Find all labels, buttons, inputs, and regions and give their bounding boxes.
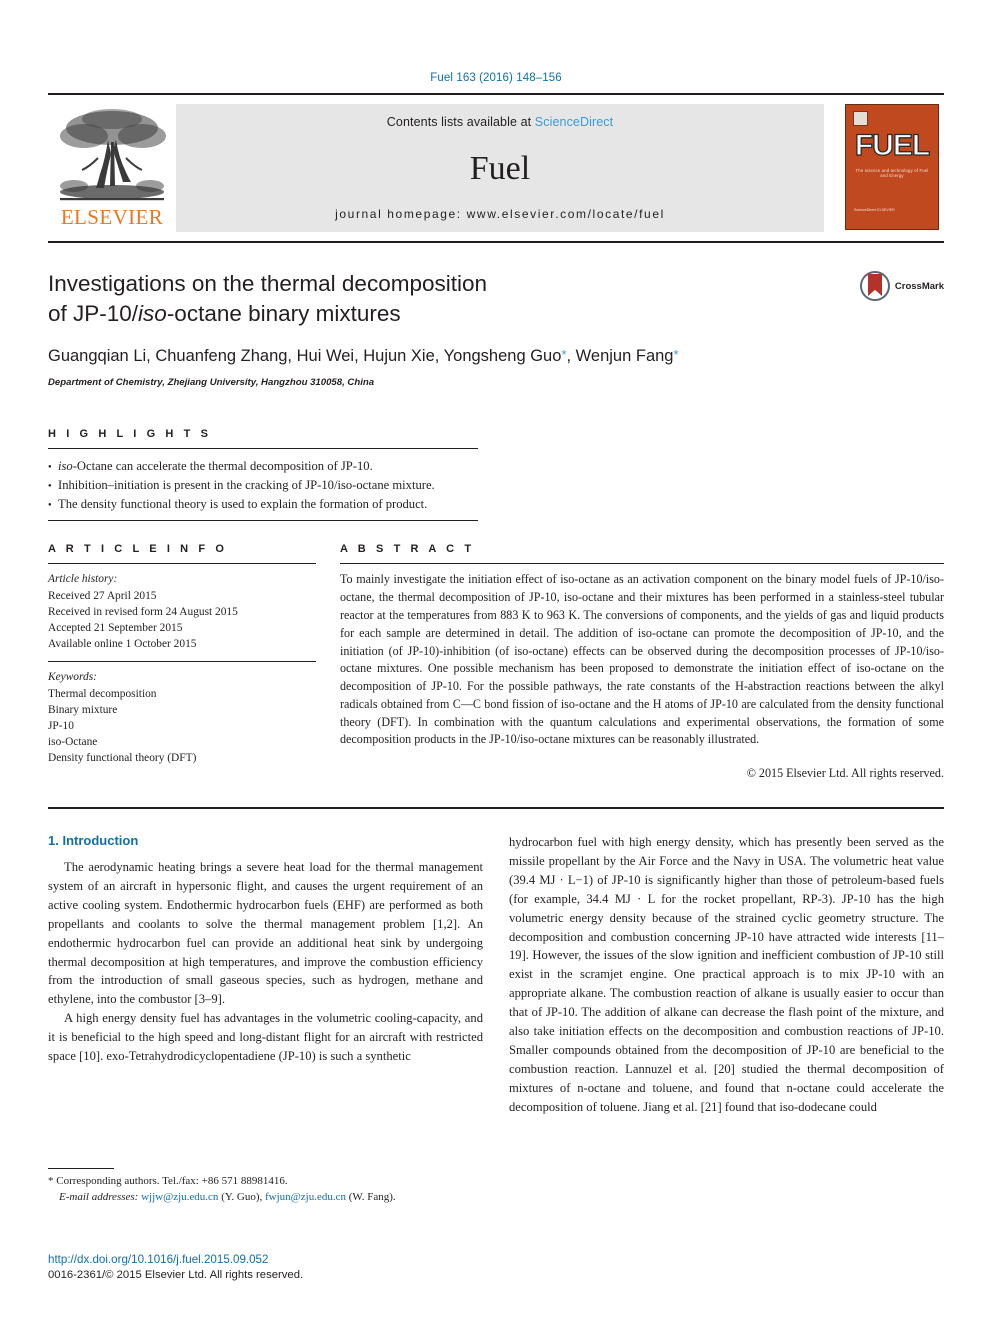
keywords-label: Keywords: (48, 671, 97, 684)
sciencedirect-link[interactable]: ScienceDirect (535, 115, 613, 129)
keywords-block: Keywords: Thermal decomposition Binary m… (48, 669, 316, 766)
keyword-item: Density functional theory (DFT) (48, 752, 197, 765)
authors-tail: , Wenjun Fang (566, 347, 674, 366)
list-item: iso-Octane can accelerate the thermal de… (48, 457, 478, 477)
list-item: Inhibition–initiation is present in the … (48, 476, 478, 496)
highlights-top-rule (48, 447, 478, 449)
history-online: Available online 1 October 2015 (48, 638, 197, 651)
running-head: Fuel 163 (2016) 148–156 (430, 72, 562, 84)
keyword-item: iso-Octane (48, 736, 98, 749)
history-received: Received 27 April 2015 (48, 589, 157, 602)
contents-prefix: Contents lists available at (386, 115, 535, 129)
highlights-heading: H I G H L I G H T S (48, 427, 212, 440)
cover-bottom-text: ScienceDirect ELSEVIER (854, 208, 895, 212)
journal-masthead: ELSEVIER Contents lists available at Sci… (48, 93, 944, 232)
affiliation: Department of Chemistry, Zhejiang Univer… (48, 376, 375, 388)
title-line-1: Investigations on the thermal decomposit… (48, 271, 488, 296)
page-title: Investigations on the thermal decomposit… (48, 269, 842, 328)
info-abstract-row: A R T I C L E I N F O Article history: R… (48, 543, 944, 781)
elsevier-wordmark: ELSEVIER (60, 205, 164, 229)
highlights-section: H I G H L I G H T S iso-Octane can accel… (48, 428, 478, 522)
highlight-1-italic: iso (58, 458, 73, 473)
keyword-item: Binary mixture (48, 703, 118, 716)
corresponding-marker-2: * (673, 347, 679, 363)
highlights-bottom-rule (48, 520, 478, 522)
journal-cover-block: FUEL The science and technology of Fuel … (840, 104, 944, 230)
cover-tagline: The science and technology of Fuel and E… (855, 168, 929, 178)
title-left: Investigations on the thermal decomposit… (48, 269, 860, 388)
intro-paragraph-2: A high energy density fuel has advantage… (48, 1011, 483, 1064)
article-info-heading: A R T I C L E I N F O (48, 543, 228, 556)
elsevier-logo: ELSEVIER (48, 104, 176, 228)
highlight-1-text: -Octane can accelerate the thermal decom… (72, 458, 373, 473)
intro-paragraph-1: The aerodynamic heating brings a severe … (48, 860, 483, 1007)
crossmark-badge[interactable]: CrossMark (859, 269, 944, 301)
highlights-list: iso-Octane can accelerate the thermal de… (48, 457, 478, 515)
abstract-top-rule (340, 563, 944, 565)
title-line-2-italic: iso (138, 300, 167, 326)
elsevier-tree-icon (60, 109, 166, 201)
article-history-label: Article history: (48, 573, 118, 586)
cover-publisher-mark (853, 111, 868, 126)
doi-link[interactable]: http://dx.doi.org/10.1016/j.fuel.2015.09… (48, 1252, 498, 1268)
cover-wordmark: FUEL (854, 129, 931, 162)
journal-homepage-line[interactable]: journal homepage: www.elsevier.com/locat… (335, 207, 665, 221)
crossmark-icon (859, 271, 890, 301)
abstract-heading: A B S T R A C T (340, 543, 475, 556)
journal-cover-image: FUEL The science and technology of Fuel … (845, 104, 939, 230)
article-page: Fuel 163 (2016) 148–156 ELSEVIER Content… (0, 0, 992, 1323)
authors-main: Guangqian Li, Chuanfeng Zhang, Hui Wei, … (48, 347, 562, 366)
abstract-section: A B S T R A C T To mainly investigate th… (340, 543, 944, 781)
contents-available-line: Contents lists available at ScienceDirec… (387, 115, 613, 129)
keyword-item: Thermal decomposition (48, 687, 157, 700)
footnote-rule (48, 1168, 114, 1169)
highlight-3-text: The density functional theory is used to… (58, 496, 428, 511)
article-info-divider (48, 661, 316, 663)
email-addresses-note: E-mail addresses: wjjw@zju.edu.cn (Y. Gu… (48, 1190, 480, 1206)
title-line-2-post: -octane binary mixtures (166, 300, 401, 326)
issn-copyright: 0016-2361/© 2015 Elsevier Ltd. All right… (48, 1268, 304, 1281)
email-link-2[interactable]: fwjun@zju.edu.cn (265, 1191, 346, 1203)
email-link-1[interactable]: wjjw@zju.edu.cn (141, 1191, 218, 1203)
intro-paragraph-3: hydrocarbon fuel with high energy densit… (509, 835, 944, 1114)
crossmark-label: CrossMark (894, 280, 944, 292)
author-list: Guangqian Li, Chuanfeng Zhang, Hui Wei, … (48, 346, 842, 367)
title-line-2-pre: of JP-10/ (48, 300, 139, 326)
abstract-text: To mainly investigate the initiation eff… (340, 572, 944, 747)
body-column-right: hydrocarbon fuel with high energy densit… (509, 833, 944, 1116)
journal-title: Fuel (469, 150, 531, 187)
section-title-introduction: 1. Introduction (48, 833, 139, 849)
body-column-left: 1. Introduction The aerodynamic heating … (48, 833, 483, 1116)
email-owner-2: (W. Fang). (345, 1190, 396, 1203)
body-top-rule (48, 807, 944, 810)
history-revised: Received in revised form 24 August 2015 (48, 605, 238, 618)
title-band: Investigations on the thermal decomposit… (48, 241, 944, 388)
article-info-section: A R T I C L E I N F O Article history: R… (48, 543, 316, 781)
corresponding-author-note: * Corresponding authors. Tel./fax: +86 5… (48, 1175, 288, 1187)
footnote-block: * Corresponding authors. Tel./fax: +86 5… (48, 1168, 480, 1206)
email-label: E-mail addresses: (59, 1190, 139, 1203)
article-body: 1. Introduction The aerodynamic heating … (48, 833, 944, 1116)
article-history-block: Article history: Received 27 April 2015 … (48, 571, 316, 652)
list-item: The density functional theory is used to… (48, 495, 478, 515)
email-owner-1: (Y. Guo), (218, 1190, 265, 1203)
keyword-item: JP-10 (48, 719, 74, 732)
article-info-top-rule (48, 563, 316, 565)
abstract-copyright: © 2015 Elsevier Ltd. All rights reserved… (746, 766, 944, 781)
history-accepted: Accepted 21 September 2015 (48, 622, 183, 635)
footer-block: http://dx.doi.org/10.1016/j.fuel.2015.09… (48, 1252, 498, 1283)
highlight-2-text: Inhibition–initiation is present in the … (58, 477, 435, 492)
journal-banner: Contents lists available at ScienceDirec… (176, 104, 824, 232)
